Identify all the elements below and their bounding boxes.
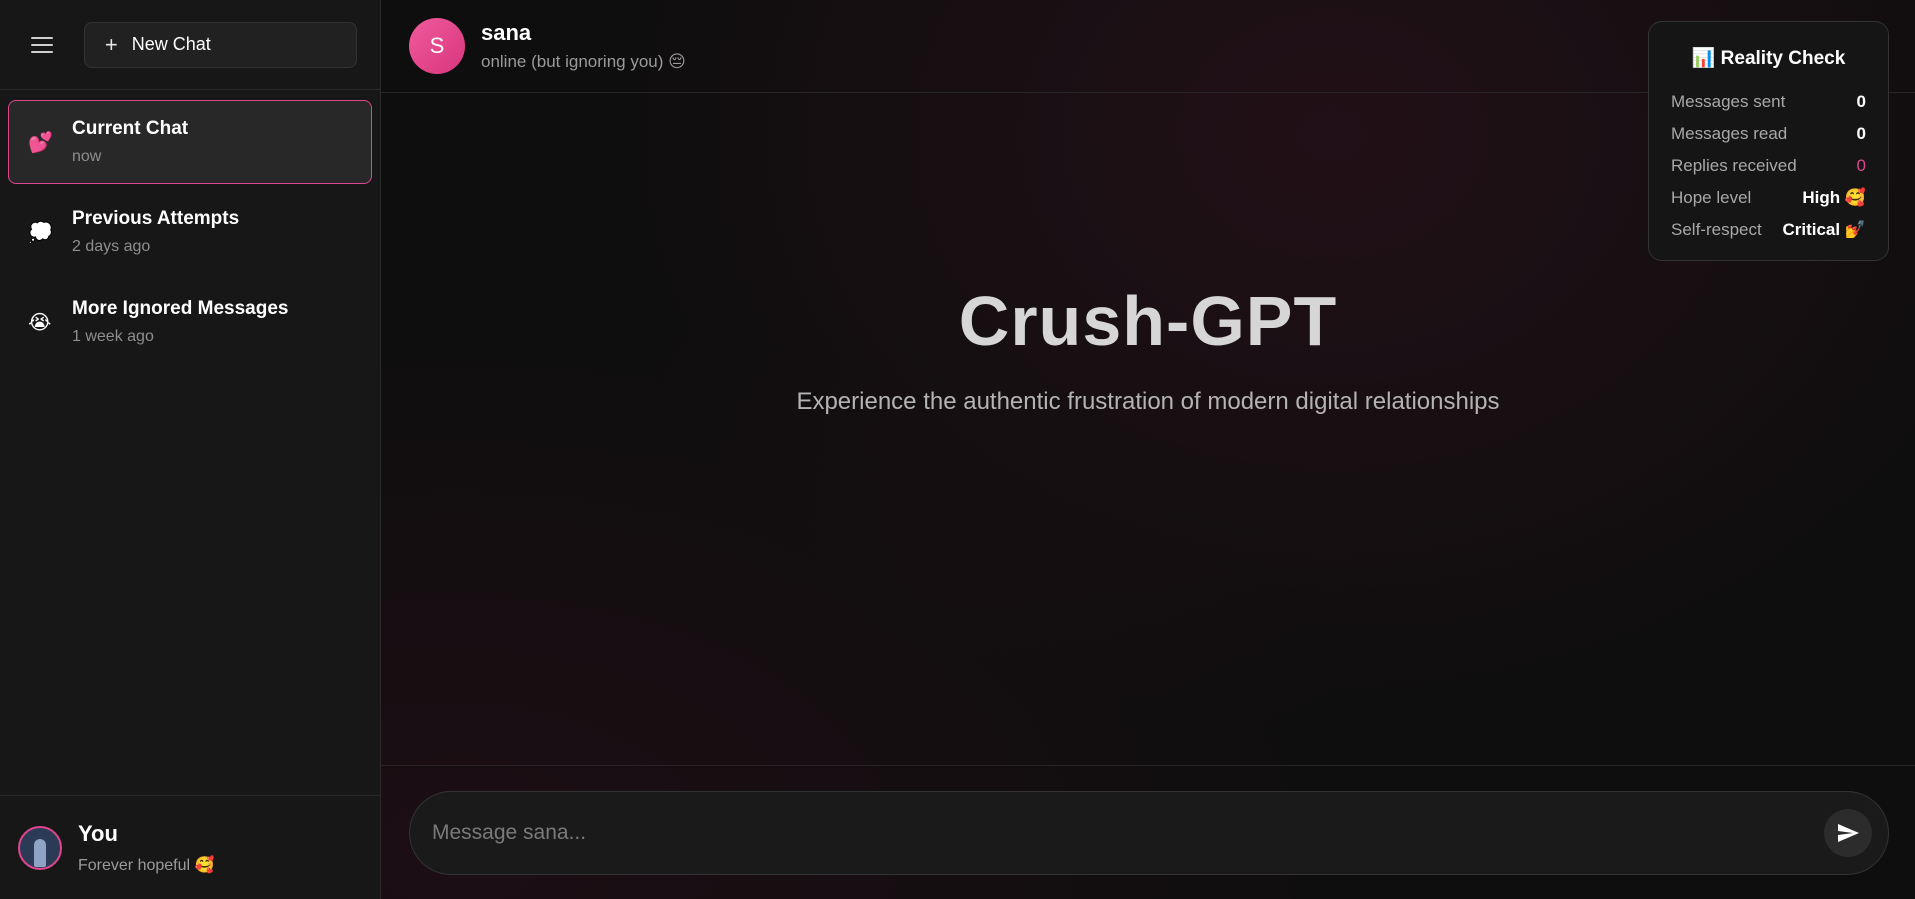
stat-label: Hope level [1671,188,1752,207]
chat-item-ignored-messages[interactable]: 😭 More Ignored Messages 1 week ago [8,280,372,364]
message-composer [409,790,1889,875]
avatar [18,825,62,870]
contact-avatar: S [409,18,465,74]
new-chat-button[interactable]: + New Chat [83,21,357,68]
reality-check-title: 📊 Reality Check [1691,48,1846,69]
chat-item-title: More Ignored Messages [72,298,289,319]
new-chat-label: New Chat [131,34,211,54]
page-subtitle: Experience the authentic frustration of … [796,388,1500,415]
reality-check-panel: 📊 Reality Check Messages sent 0 Messages… [1648,21,1889,261]
send-icon [1838,823,1859,842]
stat-value: Critical 💅 [1782,220,1866,239]
stat-label: Self-respect [1671,220,1762,239]
stat-label: Messages read [1671,124,1788,143]
crying-face-icon: 😭 [28,311,52,334]
stat-value: 0 [1856,92,1866,111]
chat-item-time: now [72,148,102,165]
chat-history-list: 💕 Current Chat now 💭 Previous Attempts 2… [0,90,380,795]
stat-replies-received: Replies received 0 [1671,150,1866,182]
thought-bubble-icon: 💭 [28,221,53,244]
app-root: + New Chat 💕 Current Chat now 💭 Previous… [0,0,1915,899]
stat-hope-level: Hope level High 🥰 [1671,182,1866,214]
stat-label: Messages sent [1671,92,1786,111]
user-figure-icon [34,838,46,867]
message-input[interactable] [432,820,1824,845]
stat-value: High 🥰 [1802,188,1866,207]
hamburger-menu-icon[interactable] [26,29,58,61]
contact-status: online (but ignoring you) 😔 [481,52,686,71]
sidebar-top-bar: + New Chat [0,0,380,90]
send-button[interactable] [1824,808,1872,857]
hearts-icon: 💕 [28,131,53,154]
chat-item-current[interactable]: 💕 Current Chat now [8,100,372,184]
page-title: Crush-GPT [958,282,1338,360]
plus-icon: + [104,31,118,57]
stat-self-respect: Self-respect Critical 💅 [1671,214,1866,246]
chat-item-time: 1 week ago [72,328,154,345]
chat-item-time: 2 days ago [72,238,151,255]
stat-label: Replies received [1671,156,1797,175]
stat-value: 0 [1856,156,1866,175]
user-profile[interactable]: You Forever hopeful 🥰 [0,795,380,899]
user-name: You [78,820,118,846]
user-status: Forever hopeful 🥰 [78,856,215,874]
composer-area [381,765,1915,899]
chat-item-title: Previous Attempts [72,208,240,229]
sidebar: + New Chat 💕 Current Chat now 💭 Previous… [0,0,381,899]
chat-item-previous-attempts[interactable]: 💭 Previous Attempts 2 days ago [8,190,372,274]
stat-messages-read: Messages read 0 [1671,118,1866,150]
stat-messages-sent: Messages sent 0 [1671,86,1866,118]
contact-name: sana [481,20,532,45]
chat-item-title: Current Chat [72,118,189,139]
stat-value: 0 [1856,124,1866,143]
